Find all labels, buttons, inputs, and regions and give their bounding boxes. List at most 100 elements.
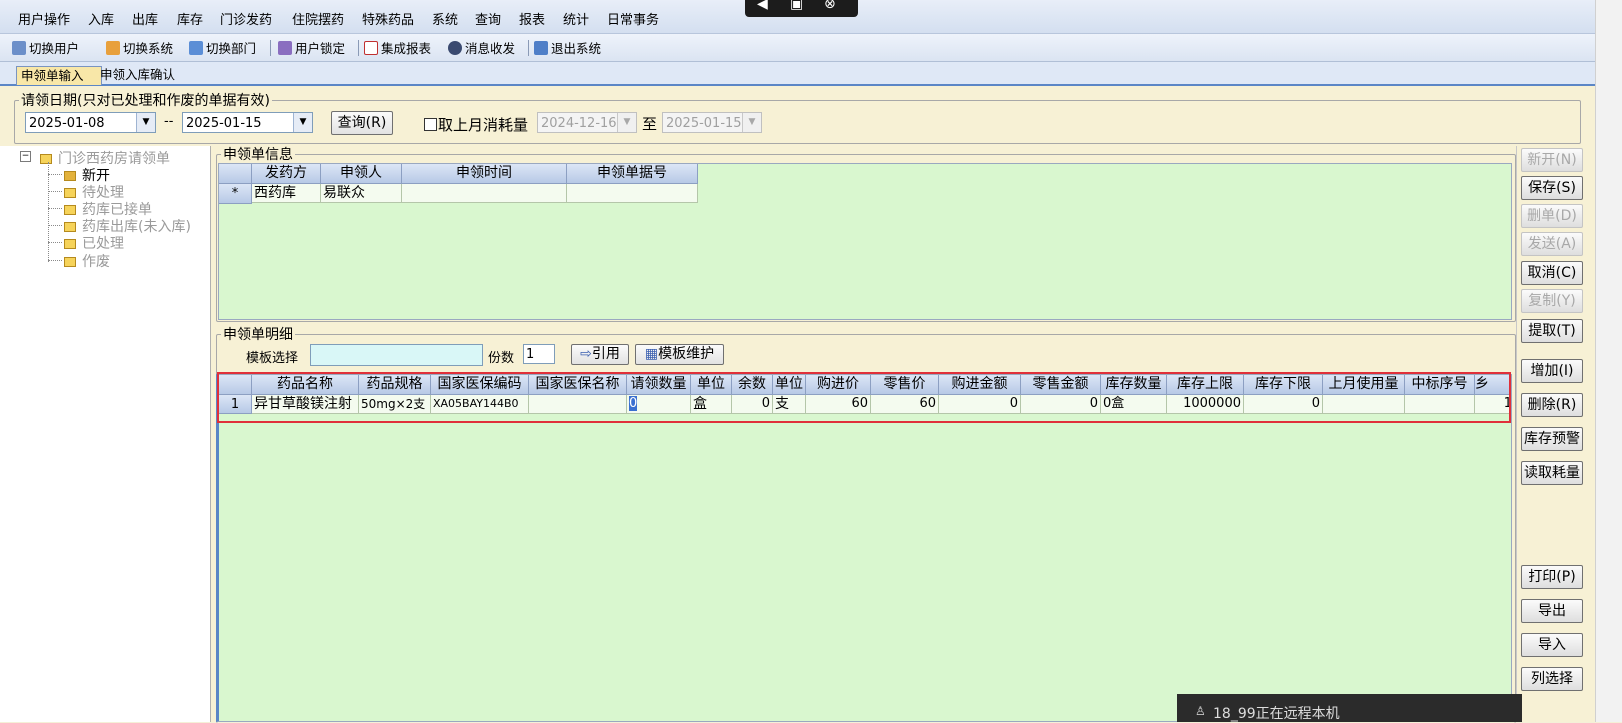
export-button[interactable]: 导出 xyxy=(1521,599,1583,623)
tree-connector xyxy=(48,225,62,226)
menu-stock-in[interactable]: 入库 xyxy=(88,9,114,28)
remote-notification: ♙ 18_99正在远程本机 xyxy=(1177,694,1522,722)
lock-icon xyxy=(278,40,292,55)
toolbar-separator xyxy=(528,40,529,56)
requisition-info-legend: 申领单信息 xyxy=(223,147,293,163)
exit-icon xyxy=(534,40,548,55)
user-lock-button[interactable]: 用户锁定 xyxy=(278,38,345,57)
system-icon xyxy=(106,40,120,55)
user-icon xyxy=(12,40,26,55)
reference-button[interactable]: ⇨引用 xyxy=(571,344,629,365)
requisition-info-grid: 发药方 申领人 申领时间 申领单据号 * 西药库 易联众 xyxy=(218,163,1512,320)
delete-row-button[interactable]: 删除(R) xyxy=(1521,393,1583,417)
back-icon[interactable]: ◀ xyxy=(757,0,768,12)
collapse-icon[interactable]: − xyxy=(20,151,31,162)
dropdown-arrow-icon[interactable]: ▼ xyxy=(742,113,761,132)
toolbar: 切换用户 切换系统 切换部门 用户锁定 集成报表 消息收发 退出系统 xyxy=(0,34,1595,62)
message-button[interactable]: 消息收发 xyxy=(448,38,515,57)
highlight-box xyxy=(217,372,1511,423)
copy-button[interactable]: 复制(Y) xyxy=(1521,289,1583,313)
table-cell[interactable] xyxy=(402,184,567,203)
to-label: 至 xyxy=(642,115,658,133)
row-marker[interactable]: * xyxy=(219,184,252,204)
menu-reports[interactable]: 报表 xyxy=(519,9,545,28)
column-header[interactable]: 申领时间 xyxy=(402,164,567,184)
tree-connector xyxy=(48,260,62,261)
template-select-input[interactable] xyxy=(310,344,483,366)
column-select-button[interactable]: 列选择 xyxy=(1521,667,1583,691)
tab-stockin-confirm[interactable]: 申领入库确认 xyxy=(96,66,179,84)
import-button[interactable]: 导入 xyxy=(1521,633,1583,657)
switch-dept-button[interactable]: 切换部门 xyxy=(189,38,256,57)
date-range-dash: -- xyxy=(164,114,174,129)
integrated-report-button[interactable]: 集成报表 xyxy=(364,38,431,57)
tab-strip: 申领单输入 申领入库确认 xyxy=(0,62,1595,86)
window-edge xyxy=(1595,0,1622,722)
tree-connector xyxy=(48,162,49,262)
menu-inpatient[interactable]: 住院摆药 xyxy=(292,9,344,28)
column-header[interactable]: 申领单据号 xyxy=(567,164,698,184)
request-date-legend: 请领日期(只对已处理和作废的单据有效) xyxy=(21,93,270,109)
folder-icon xyxy=(64,188,76,198)
menu-user-ops[interactable]: 用户操作 xyxy=(18,9,70,28)
toolbar-separator xyxy=(358,40,359,56)
dropdown-arrow-icon[interactable]: ▼ xyxy=(617,113,636,132)
folder-icon xyxy=(40,154,52,164)
table-cell[interactable] xyxy=(567,184,698,203)
menu-system[interactable]: 系统 xyxy=(432,9,458,28)
dropdown-arrow-icon[interactable]: ▼ xyxy=(136,113,155,132)
extract-button[interactable]: 提取(T) xyxy=(1521,319,1583,343)
column-header[interactable]: 申领人 xyxy=(321,164,402,184)
menu-inventory[interactable]: 库存 xyxy=(177,9,203,28)
menu-query[interactable]: 查询 xyxy=(475,9,501,28)
read-consumption-button[interactable]: 读取耗量 xyxy=(1521,461,1583,485)
send-button[interactable]: 发送(A) xyxy=(1521,232,1583,256)
menu-special-drugs[interactable]: 特殊药品 xyxy=(362,9,414,28)
query-button[interactable]: 查询(R) xyxy=(331,111,393,135)
menu-outpatient[interactable]: 门诊发药 xyxy=(220,9,272,28)
table-cell[interactable]: 易联众 xyxy=(321,184,402,203)
tree-connector xyxy=(48,242,62,243)
add-row-button[interactable]: 增加(I) xyxy=(1521,359,1583,383)
save-button[interactable]: 保存(S) xyxy=(1521,176,1583,200)
switch-system-button[interactable]: 切换系统 xyxy=(106,38,173,57)
tree-item-voided[interactable]: 作废 xyxy=(64,251,110,271)
last-month-checkbox[interactable] xyxy=(424,118,437,131)
last-month-from-picker[interactable]: 2024-12-16 ▼ xyxy=(537,112,637,133)
menu-stock-out[interactable]: 出库 xyxy=(132,9,158,28)
open-folder-icon xyxy=(64,171,76,181)
reference-icon: ⇨ xyxy=(580,346,592,362)
dropdown-arrow-icon[interactable]: ▼ xyxy=(293,113,312,132)
date-from-picker[interactable]: 2025-01-08 ▼ xyxy=(25,112,156,133)
remote-control-bar[interactable]: ◀ ▣ ⊗ xyxy=(745,0,858,17)
template-maintain-button[interactable]: ▦模板维护 xyxy=(635,344,724,365)
screen-icon[interactable]: ▣ xyxy=(790,0,803,12)
folder-icon xyxy=(64,205,76,215)
report-icon xyxy=(364,40,378,55)
print-button[interactable]: 打印(P) xyxy=(1521,565,1583,589)
cancel-button[interactable]: 取消(C) xyxy=(1521,261,1583,285)
column-header[interactable]: 发药方 xyxy=(252,164,321,184)
template-select-label: 模板选择 xyxy=(246,351,299,366)
switch-user-button[interactable]: 切换用户 xyxy=(12,38,79,57)
tree-connector xyxy=(48,174,62,175)
close-icon[interactable]: ⊗ xyxy=(824,0,836,12)
date-to-picker[interactable]: 2025-01-15 ▼ xyxy=(182,112,313,133)
menu-statistics[interactable]: 统计 xyxy=(563,9,589,28)
folder-icon xyxy=(64,257,76,267)
folder-icon xyxy=(64,222,76,232)
tab-requisition-input[interactable]: 申领单输入 xyxy=(16,66,102,85)
folder-icon xyxy=(64,239,76,249)
delete-document-button[interactable]: 删单(D) xyxy=(1521,204,1583,228)
copies-label: 份数 xyxy=(488,351,515,366)
requisition-detail-legend: 申领单明细 xyxy=(223,327,293,343)
copies-input[interactable]: 1 xyxy=(523,344,555,364)
last-month-to-picker[interactable]: 2025-01-15 ▼ xyxy=(662,112,762,133)
row-header-corner xyxy=(219,164,252,184)
stock-warning-button[interactable]: 库存预警 xyxy=(1521,427,1583,451)
menu-daily-affairs[interactable]: 日常事务 xyxy=(607,9,659,28)
exit-system-button[interactable]: 退出系统 xyxy=(534,38,601,57)
new-button[interactable]: 新开(N) xyxy=(1521,148,1583,172)
table-cell[interactable]: 西药库 xyxy=(252,184,321,203)
tree-item-processed[interactable]: 已处理 xyxy=(64,233,124,253)
